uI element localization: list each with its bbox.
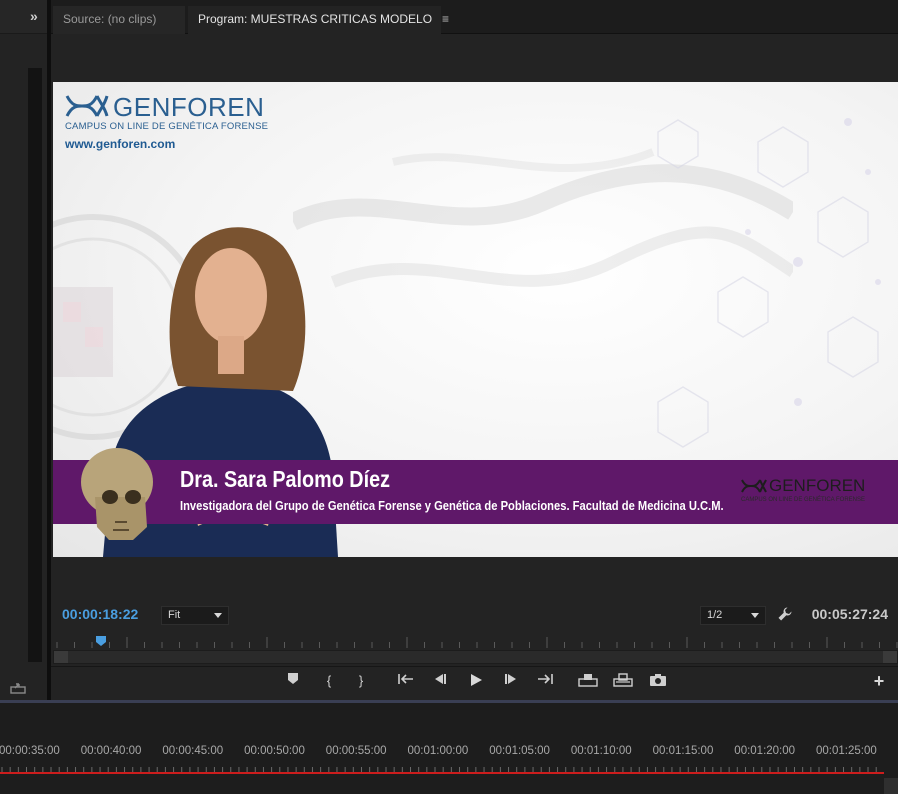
step-forward-icon bbox=[505, 674, 516, 684]
timeline-time-label: 00:00:50:00 bbox=[244, 745, 305, 757]
camera-icon bbox=[650, 674, 666, 686]
step-back-button[interactable] bbox=[430, 672, 450, 690]
chevron-down-icon bbox=[214, 613, 222, 618]
timeline-ticks bbox=[1, 767, 877, 773]
duration-timecode: 00:05:27:24 bbox=[811, 606, 888, 622]
panel-menu-icon[interactable]: ≡ bbox=[442, 12, 449, 26]
go-to-out-button[interactable] bbox=[535, 672, 555, 690]
scrollbar-right-handle[interactable] bbox=[883, 651, 897, 663]
zoom-select-value: Fit bbox=[168, 609, 181, 621]
speaker-role: Investigadora del Grupo de Genética Fore… bbox=[180, 498, 724, 513]
lift-icon bbox=[578, 674, 598, 687]
add-marker-button[interactable] bbox=[283, 672, 303, 690]
timeline-time-label: 00:00:55:00 bbox=[325, 745, 387, 757]
lower-third-logo: GENFOREN CAMPUS ON LINE DE GENÉTICA FORE… bbox=[741, 476, 865, 508]
timeline-time-label: 00:00:45:00 bbox=[162, 745, 224, 757]
timeline-time-label: 00:01:10:00 bbox=[570, 745, 632, 757]
timeline-panel: 00:00:35:00 00:00:40:00 00:00:45:00 00:00:5… bbox=[0, 700, 898, 794]
extract-button[interactable] bbox=[613, 672, 633, 690]
monitor-zoom-scrollbar[interactable] bbox=[53, 650, 898, 664]
work-area-bar[interactable] bbox=[0, 772, 884, 774]
resolution-select-value: 1/2 bbox=[707, 609, 723, 621]
mark-in-icon: { bbox=[326, 673, 332, 688]
lower-third-tagline: CAMPUS ON LINE DE GENÉTICA FORENSE bbox=[741, 497, 866, 503]
export-icon[interactable] bbox=[10, 682, 26, 694]
panel-overflow-button[interactable]: » bbox=[30, 8, 38, 24]
tab-source-label: Source: (no clips) bbox=[63, 12, 157, 26]
scrollbar-left-handle[interactable] bbox=[54, 651, 68, 663]
timeline-time-label: 00:01:25:00 bbox=[816, 745, 877, 757]
molecule-pattern bbox=[657, 118, 881, 448]
project-panel-scrollbar[interactable] bbox=[28, 68, 42, 662]
monitor-tabstrip: Source: (no clips) Program: MUESTRAS CRI… bbox=[51, 0, 898, 34]
play-icon bbox=[471, 674, 482, 686]
lift-button[interactable] bbox=[578, 672, 598, 690]
resolution-select[interactable]: 1/2 bbox=[700, 606, 766, 625]
play-button[interactable] bbox=[466, 672, 486, 690]
tab-program-label: Program: MUESTRAS CRITICAS MODELO bbox=[198, 12, 433, 26]
dna-logo-small-icon bbox=[741, 479, 767, 493]
add-marker-icon bbox=[288, 673, 298, 684]
timeline-header-bar bbox=[0, 700, 898, 703]
wrench-icon[interactable] bbox=[777, 606, 793, 622]
step-back-icon bbox=[435, 674, 446, 684]
mark-out-button[interactable]: } bbox=[351, 672, 371, 690]
mark-out-icon: } bbox=[358, 673, 364, 688]
go-to-out-icon bbox=[538, 674, 553, 684]
controls-separator bbox=[51, 666, 898, 667]
step-forward-button[interactable] bbox=[501, 672, 521, 690]
timeline-time-label: 00:01:15:00 bbox=[652, 745, 714, 757]
logo-brand: GENFOREN bbox=[113, 92, 265, 122]
monitor-time-ruler[interactable] bbox=[53, 632, 898, 652]
timeline-time-label: 00:01:20:00 bbox=[734, 745, 796, 757]
timeline-time-label: 00:00:35:00 bbox=[0, 745, 60, 757]
zoom-select[interactable]: Fit bbox=[161, 606, 229, 625]
logo-url: www.genforen.com bbox=[65, 137, 176, 151]
lower-third-brand: GENFOREN bbox=[769, 476, 866, 495]
lower-third-banner: Dra. Sara Palomo Díez Investigadora del … bbox=[53, 460, 898, 524]
timeline-time-label: 00:01:00:00 bbox=[407, 745, 469, 757]
timeline-scrollbar[interactable] bbox=[884, 778, 898, 794]
go-to-in-icon bbox=[398, 674, 413, 684]
extract-icon bbox=[613, 673, 633, 687]
timeline-time-label: 00:01:05:00 bbox=[489, 745, 550, 757]
export-frame-button[interactable] bbox=[648, 672, 668, 690]
logo-tagline: CAMPUS ON LINE DE GENÉTICA FORENSE bbox=[65, 121, 269, 132]
dna-logo-icon bbox=[65, 95, 109, 117]
current-timecode[interactable]: 00:00:18:22 bbox=[62, 606, 138, 622]
playhead-marker[interactable] bbox=[96, 636, 106, 646]
speaker-name: Dra. Sara Palomo Díez bbox=[180, 466, 390, 492]
video-frame[interactable]: GENFOREN CAMPUS ON LINE DE GENÉTICA FORE… bbox=[53, 82, 898, 557]
project-panel-tabstrip: » bbox=[0, 0, 50, 34]
project-panel: » bbox=[0, 0, 50, 700]
skull-image bbox=[81, 448, 153, 540]
tab-source[interactable]: Source: (no clips) bbox=[53, 6, 185, 34]
timeline-time-label: 00:00:40:00 bbox=[80, 745, 142, 757]
mark-in-button[interactable]: { bbox=[319, 672, 339, 690]
chevron-down-icon bbox=[751, 613, 759, 618]
button-editor-add-button[interactable]: + bbox=[871, 672, 887, 690]
tab-program[interactable]: Program: MUESTRAS CRITICAS MODELO ≡ bbox=[188, 6, 449, 34]
program-monitor: Source: (no clips) Program: MUESTRAS CRI… bbox=[51, 0, 898, 700]
go-to-in-button[interactable] bbox=[396, 672, 416, 690]
